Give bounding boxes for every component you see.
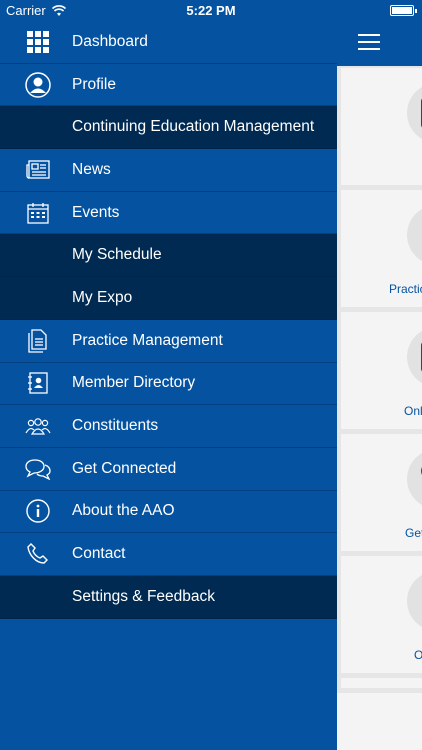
bottom-area [337,693,422,750]
info-icon [24,497,52,525]
card-label: O [414,648,422,662]
dashboard-card[interactable]: Practic [341,190,422,307]
phone-icon [24,540,52,568]
menu-item-get-connected[interactable]: Get Connected [0,448,337,491]
card-label: Onli [404,404,422,418]
menu-item-label: Dashboard [72,32,148,50]
dashboard-card[interactable]: Get [341,434,422,551]
menu-item-continuing-education[interactable]: Continuing Education Management [0,106,337,150]
grid-icon [24,28,52,56]
menu-item-label: Get Connected [72,459,177,477]
menu-item-news[interactable]: News [0,149,337,192]
menu-item-member-directory[interactable]: Member Directory [0,363,337,406]
menu-item-my-expo[interactable]: My Expo [0,277,337,320]
menu-item-profile[interactable]: Profile [0,64,337,107]
menu-item-dashboard[interactable]: Dashboard [0,21,337,64]
menu-item-label: Continuing Education Management [72,118,315,136]
directory-icon [24,369,52,397]
menu-item-label: Settings & Feedback [72,587,216,605]
menu-item-label: Constituents [72,417,159,435]
menu-item-label: Events [72,203,120,221]
chat-bubbles-icon [24,455,52,483]
menu-item-about-aao[interactable]: About the AAO [0,491,337,534]
menu-item-constituents[interactable]: Constituents [0,405,337,448]
menu-item-contact[interactable]: Contact [0,533,337,576]
group-icon [24,412,52,440]
dashboard-card [341,678,422,688]
dashboard-card[interactable]: O [341,556,422,673]
profile-icon [24,71,52,99]
side-menu: Dashboard Profile Continuing Education M… [0,21,337,619]
dashboard-panel: Practic Onli Get O [337,66,422,750]
menu-item-label: About the AAO [72,502,175,520]
newspaper-icon [24,156,52,184]
menu-item-label: Contact [72,545,126,563]
dashboard-card[interactable]: Onli [341,312,422,429]
card-label: Practic [389,282,422,296]
menu-item-label: News [72,160,111,178]
calendar-icon [24,199,52,227]
hamburger-menu-icon[interactable] [358,34,380,50]
menu-item-practice-management[interactable]: Practice Management [0,320,337,363]
status-bar: Carrier 5:22 PM [0,0,422,22]
menu-item-label: Member Directory [72,374,196,392]
menu-item-label: My Schedule [72,246,162,264]
card-label: Get [405,526,422,540]
battery-icon [390,5,417,16]
menu-item-events[interactable]: Events [0,192,337,235]
menu-item-label: Profile [72,75,116,93]
document-icon [24,327,52,355]
menu-item-settings-feedback[interactable]: Settings & Feedback [0,575,337,619]
dashboard-card[interactable] [341,68,422,185]
menu-item-my-schedule[interactable]: My Schedule [0,234,337,278]
status-time: 5:22 PM [186,3,236,18]
menu-item-label: Practice Management [72,331,223,349]
menu-item-label: My Expo [72,288,133,306]
